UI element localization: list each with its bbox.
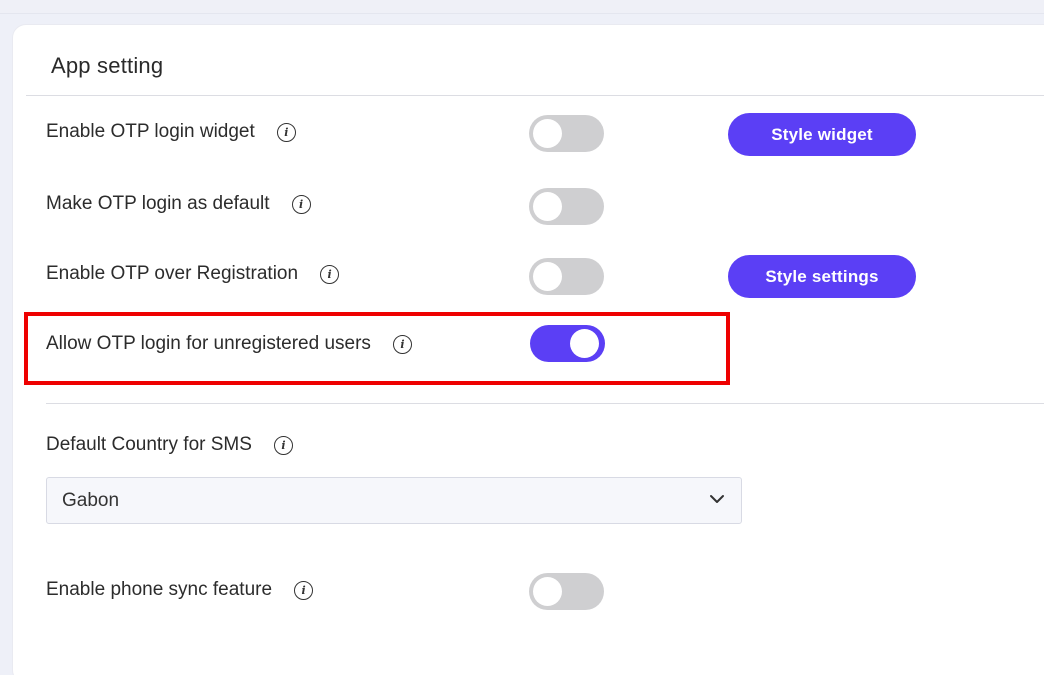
country-select[interactable]: Gabon xyxy=(46,477,742,524)
setting-label: Make OTP login as default xyxy=(46,193,270,214)
setting-label: Enable OTP login widget xyxy=(46,121,255,142)
toggle-knob xyxy=(570,329,599,358)
toggle-knob xyxy=(533,262,562,291)
toggle-phone-sync[interactable] xyxy=(529,573,604,610)
app-setting-card: App setting Enable OTP login widget i St… xyxy=(12,24,1044,675)
style-settings-button[interactable]: Style settings xyxy=(728,255,916,298)
setting-label: Enable phone sync feature xyxy=(46,579,273,600)
country-select-value: Gabon xyxy=(62,489,120,511)
toggle-knob xyxy=(533,192,562,221)
chevron-down-icon xyxy=(710,495,724,503)
toggle-otp-registration[interactable] xyxy=(529,258,604,295)
top-bar xyxy=(0,0,1044,14)
style-widget-button[interactable]: Style widget xyxy=(728,113,916,156)
info-icon[interactable]: i xyxy=(273,435,293,455)
info-icon[interactable]: i xyxy=(320,264,340,284)
title-divider xyxy=(26,95,1044,96)
setting-label: Enable OTP over Registration xyxy=(46,263,299,284)
setting-label: Allow OTP login for unregistered users xyxy=(46,333,371,354)
sms-country-row: Default Country for SMS i xyxy=(46,425,646,465)
sms-country-label: Default Country for SMS xyxy=(46,434,252,455)
toggle-otp-default[interactable] xyxy=(529,188,604,225)
card-title: App setting xyxy=(51,53,164,78)
info-icon[interactable]: i xyxy=(291,194,311,214)
info-icon[interactable]: i xyxy=(392,334,412,354)
setting-row-otp-default: Make OTP login as default i xyxy=(46,184,946,224)
toggle-otp-unregistered[interactable] xyxy=(530,325,605,362)
section-divider xyxy=(46,403,1044,404)
toggle-knob xyxy=(533,577,562,606)
toggle-otp-widget[interactable] xyxy=(529,115,604,152)
toggle-knob xyxy=(533,119,562,148)
info-icon[interactable]: i xyxy=(294,580,314,600)
info-icon[interactable]: i xyxy=(276,122,296,142)
